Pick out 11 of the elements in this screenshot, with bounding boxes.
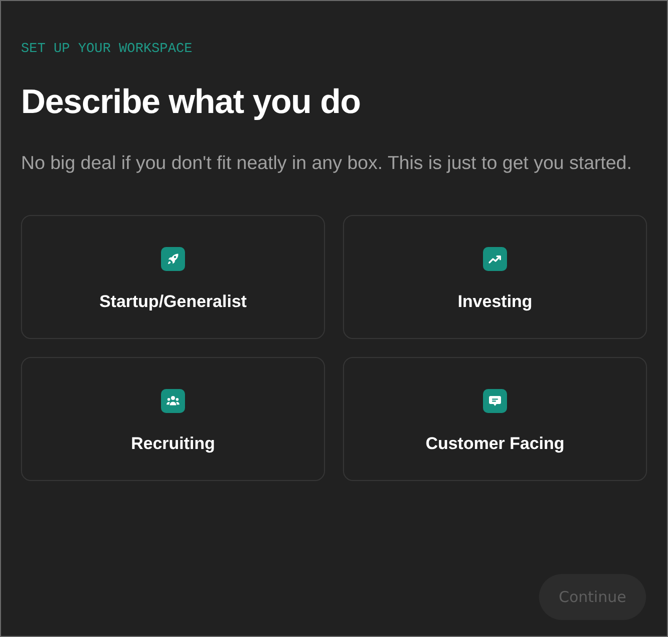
- role-option-card[interactable]: Recruiting: [21, 357, 325, 481]
- role-option-card[interactable]: Customer Facing: [343, 357, 647, 481]
- people-icon: [161, 389, 185, 413]
- chat-bubble-icon: [483, 389, 507, 413]
- page-title: Describe what you do: [21, 82, 360, 122]
- role-option-card[interactable]: Investing: [343, 215, 647, 339]
- section-label: SET UP YOUR WORKSPACE: [21, 42, 192, 58]
- trend-up-icon: [483, 247, 507, 271]
- subtitle-text: No big deal if you don't fit neatly in any box. This is just to get you started.: [21, 151, 632, 175]
- rocket-icon: [161, 247, 185, 271]
- role-option-card[interactable]: Startup/Generalist: [21, 215, 325, 339]
